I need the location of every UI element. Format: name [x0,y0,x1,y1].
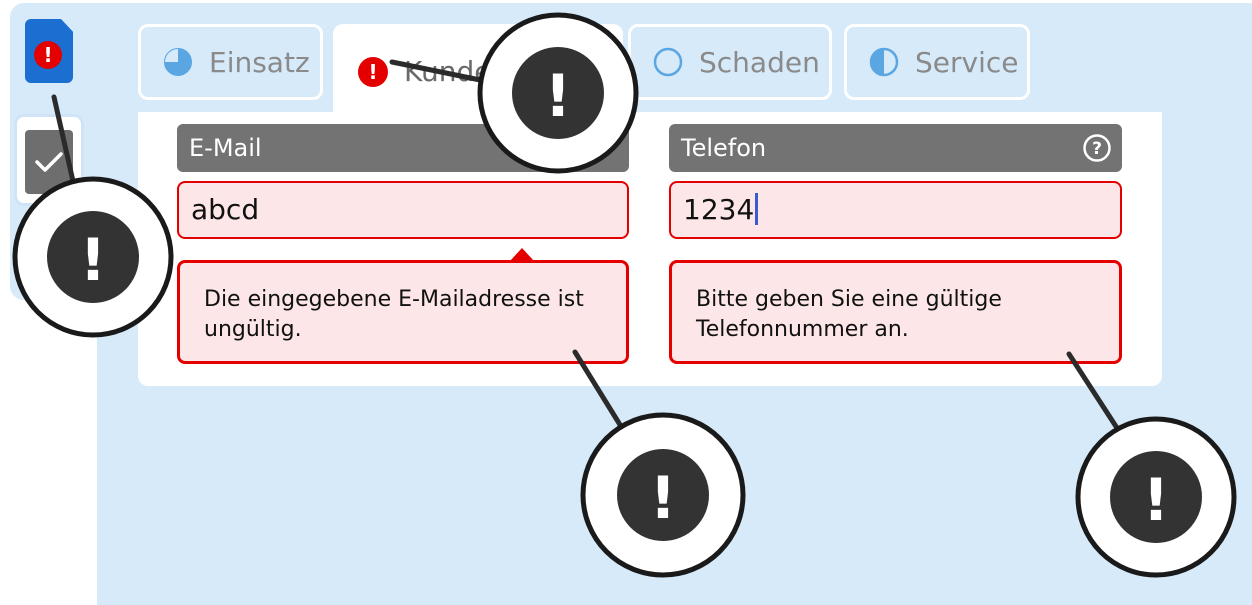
callout-overlay: ! ! ! ! [12,12,1237,578]
callout-email: ! [580,412,746,578]
exclamation-icon: ! [1143,466,1169,534]
exclamation-icon: ! [545,62,571,130]
callout-phone: ! [1075,416,1237,578]
exclamation-icon: ! [650,464,676,532]
callout-tab: ! [477,12,639,174]
callout-rail: ! [12,176,174,338]
exclamation-icon: ! [80,226,106,294]
